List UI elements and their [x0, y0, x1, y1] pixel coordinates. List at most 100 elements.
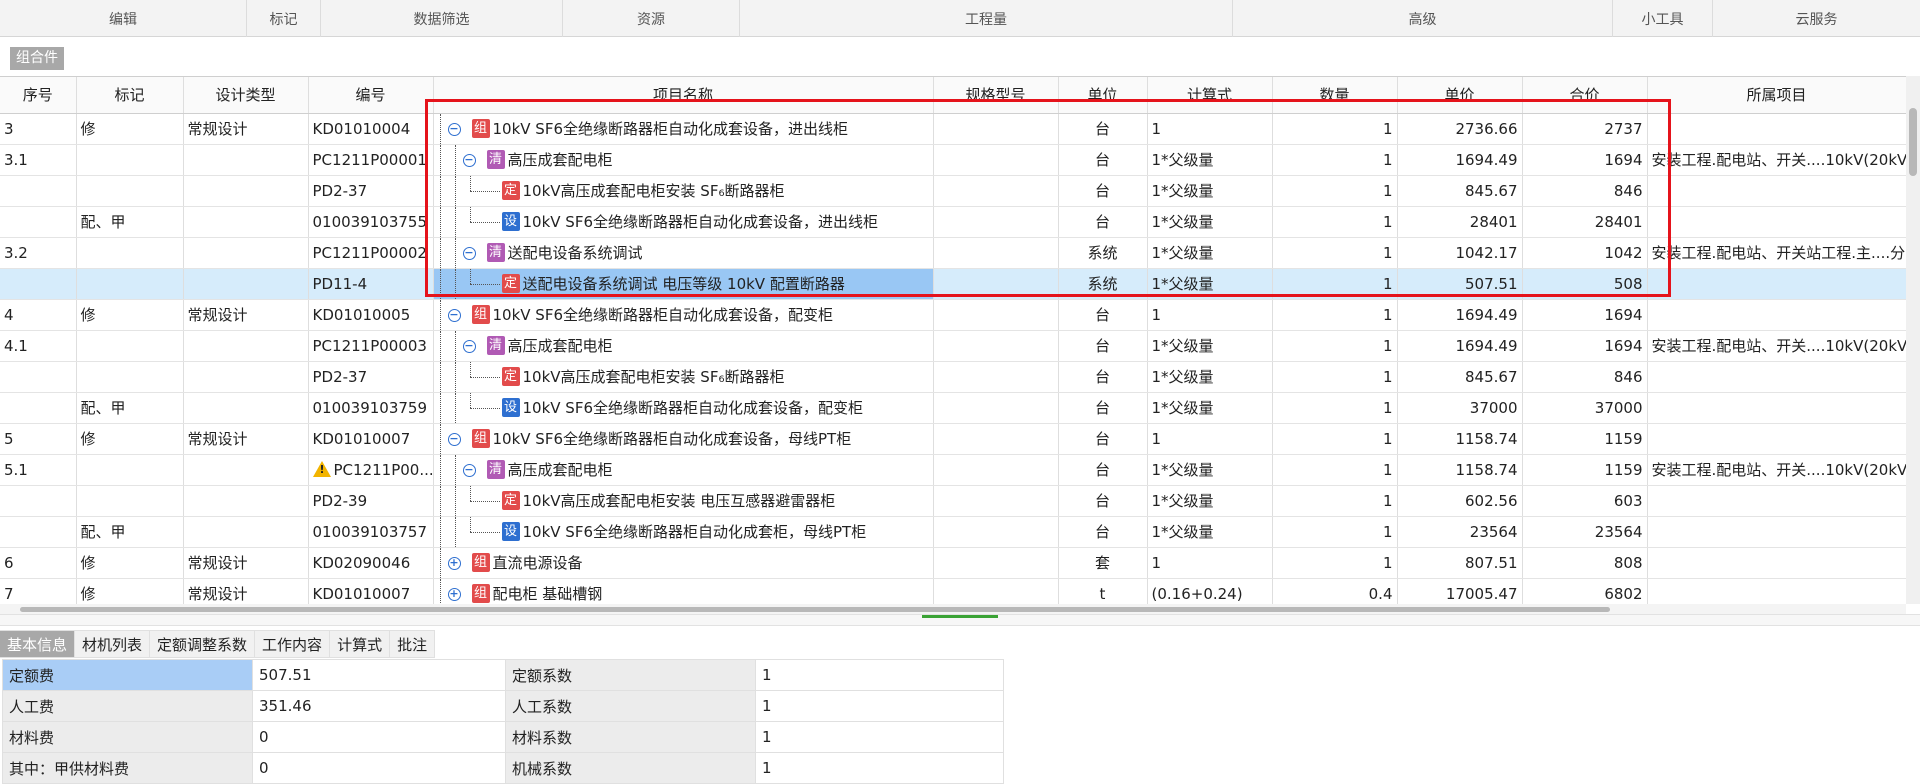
design-type-cell[interactable]	[183, 206, 309, 238]
spec-cell[interactable]	[933, 392, 1059, 424]
seq-cell[interactable]: 4.1	[0, 330, 77, 362]
design-type-cell[interactable]: 常规设计	[183, 423, 309, 455]
design-type-cell[interactable]	[183, 454, 309, 486]
quantity-cell[interactable]: 1	[1272, 547, 1398, 579]
col-project-header[interactable]: 所属项目	[1647, 77, 1906, 114]
ribbon-group-cloud[interactable]: 云服务	[1713, 0, 1920, 37]
col-seq-header[interactable]: 序号	[0, 77, 77, 114]
spec-cell[interactable]	[933, 547, 1059, 579]
code-cell[interactable]: ! PC1211P00...	[308, 454, 434, 486]
total-cell[interactable]: 2737	[1522, 113, 1648, 145]
quantity-cell[interactable]: 1	[1272, 113, 1398, 145]
quantity-cell[interactable]: 1	[1272, 206, 1398, 238]
unit-price-cell[interactable]: 1158.74	[1397, 454, 1523, 486]
spec-cell[interactable]	[933, 144, 1059, 176]
quantity-cell[interactable]: 1	[1272, 268, 1398, 300]
table-row[interactable]: PD2-39 定 10kV高压成套配电柜安装 电压互感器避雷器柜 台 1*父级量 1 602…	[0, 485, 1906, 517]
mark-cell[interactable]: 修	[76, 578, 184, 604]
unit-price-cell[interactable]: 23564	[1397, 516, 1523, 548]
project-cell[interactable]: 安装工程.配电站、开关....10kV(20kV	[1647, 454, 1906, 486]
seq-cell[interactable]: 7	[0, 578, 77, 604]
seq-cell[interactable]: 3	[0, 113, 77, 145]
formula-cell[interactable]: 1	[1147, 547, 1273, 579]
item-name-cell[interactable]: 定 10kV高压成套配电柜安装 电压互感器避雷器柜	[433, 485, 934, 517]
unit-cell[interactable]: 台	[1058, 485, 1148, 517]
info-value[interactable]: 1	[755, 690, 1004, 722]
project-cell[interactable]	[1647, 299, 1906, 331]
quantity-cell[interactable]: 1	[1272, 423, 1398, 455]
item-name-cell[interactable]: − 清高压成套配电柜	[433, 454, 934, 486]
seq-cell[interactable]: 3.2	[0, 237, 77, 269]
unit-price-cell[interactable]: 1694.49	[1397, 330, 1523, 362]
code-cell[interactable]: KD02090046	[308, 547, 434, 579]
spec-cell[interactable]	[933, 361, 1059, 393]
quantity-cell[interactable]: 1	[1272, 516, 1398, 548]
item-name-cell[interactable]: − 组 10kV SF6全绝缘断路器柜自动化成套设备，进出线柜	[433, 113, 934, 145]
unit-cell[interactable]: 套	[1058, 547, 1148, 579]
spec-cell[interactable]	[933, 454, 1059, 486]
code-cell[interactable]: PC1211P00002	[308, 237, 434, 269]
vertical-scrollbar[interactable]	[1906, 76, 1920, 604]
table-row[interactable]: PD11-4 定送配电设备系统调试 电压等级 10kV 配置断路器 系统 1*父级量 1…	[0, 268, 1906, 300]
seq-cell[interactable]	[0, 516, 77, 548]
design-type-cell[interactable]	[183, 485, 309, 517]
pane-splitter[interactable]	[0, 614, 1920, 626]
table-row[interactable]: 配、甲 010039103755 设 10kV SF6全绝缘断路器柜自动化成套设备，进…	[0, 206, 1906, 238]
seq-cell[interactable]: 4	[0, 299, 77, 331]
item-name-cell[interactable]: 设 10kV SF6全绝缘断路器柜自动化成套设备，配变柜	[433, 392, 934, 424]
code-cell[interactable]: KD01010007	[308, 423, 434, 455]
mark-cell[interactable]	[76, 361, 184, 393]
info-label[interactable]: 材料系数	[505, 721, 756, 753]
code-cell[interactable]: PD2-37	[308, 175, 434, 207]
spec-cell[interactable]	[933, 113, 1059, 145]
info-label[interactable]: 定额费	[2, 659, 253, 691]
formula-cell[interactable]: 1*父级量	[1147, 206, 1273, 238]
item-name-cell[interactable]: 定 10kV高压成套配电柜安装 SF₆断路器柜	[433, 361, 934, 393]
mark-cell[interactable]: 配、甲	[76, 392, 184, 424]
col-unit-price-header[interactable]: 单价	[1397, 77, 1523, 114]
seq-cell[interactable]	[0, 175, 77, 207]
info-label[interactable]: 人工系数	[505, 690, 756, 722]
vertical-scroll-thumb[interactable]	[1909, 108, 1917, 176]
ribbon-group-filter[interactable]: 数据筛选	[321, 0, 563, 37]
seq-cell[interactable]: 5	[0, 423, 77, 455]
item-name-cell[interactable]: + 组直流电源设备	[433, 547, 934, 579]
info-value[interactable]: 1	[755, 752, 1004, 784]
total-cell[interactable]: 1694	[1522, 144, 1648, 176]
formula-cell[interactable]: 1*父级量	[1147, 361, 1273, 393]
quantity-cell[interactable]: 1	[1272, 485, 1398, 517]
project-cell[interactable]: 安装工程.配电站、开关....10kV(20kV	[1647, 330, 1906, 362]
spec-cell[interactable]	[933, 206, 1059, 238]
ribbon-group-quantity[interactable]: 工程量	[740, 0, 1233, 37]
col-quantity-header[interactable]: 数量	[1272, 77, 1398, 114]
item-name-cell[interactable]: 设 10kV SF6全绝缘断路器柜自动化成套柜，母线PT柜	[433, 516, 934, 548]
mark-cell[interactable]: 修	[76, 547, 184, 579]
item-name-cell[interactable]: − 清高压成套配电柜	[433, 330, 934, 362]
col-code-header[interactable]: 编号	[308, 77, 434, 114]
design-type-cell[interactable]: 常规设计	[183, 113, 309, 145]
project-cell[interactable]	[1647, 578, 1906, 604]
quantity-cell[interactable]: 1	[1272, 361, 1398, 393]
design-type-cell[interactable]: 常规设计	[183, 299, 309, 331]
design-type-cell[interactable]	[183, 392, 309, 424]
mark-cell[interactable]: 配、甲	[76, 516, 184, 548]
code-cell[interactable]: PD2-37	[308, 361, 434, 393]
col-mark-header[interactable]: 标记	[76, 77, 184, 114]
quantity-cell[interactable]: 0.4	[1272, 578, 1398, 604]
project-cell[interactable]: 安装工程.配电站、开关....10kV(20kV	[1647, 144, 1906, 176]
formula-cell[interactable]: 1*父级量	[1147, 485, 1273, 517]
quantity-cell[interactable]: 1	[1272, 144, 1398, 176]
formula-cell[interactable]: 1*父级量	[1147, 268, 1273, 300]
design-type-cell[interactable]	[183, 268, 309, 300]
horizontal-scrollbar[interactable]	[0, 604, 1906, 614]
splitter-grip[interactable]	[922, 615, 998, 618]
col-design-type-header[interactable]: 设计类型	[183, 77, 309, 114]
project-cell[interactable]	[1647, 268, 1906, 300]
quantity-cell[interactable]: 1	[1272, 392, 1398, 424]
unit-cell[interactable]: 台	[1058, 330, 1148, 362]
total-cell[interactable]: 1694	[1522, 299, 1648, 331]
unit-price-cell[interactable]: 17005.47	[1397, 578, 1523, 604]
unit-cell[interactable]: 台	[1058, 423, 1148, 455]
info-label[interactable]: 人工费	[2, 690, 253, 722]
code-cell[interactable]: PD2-39	[308, 485, 434, 517]
